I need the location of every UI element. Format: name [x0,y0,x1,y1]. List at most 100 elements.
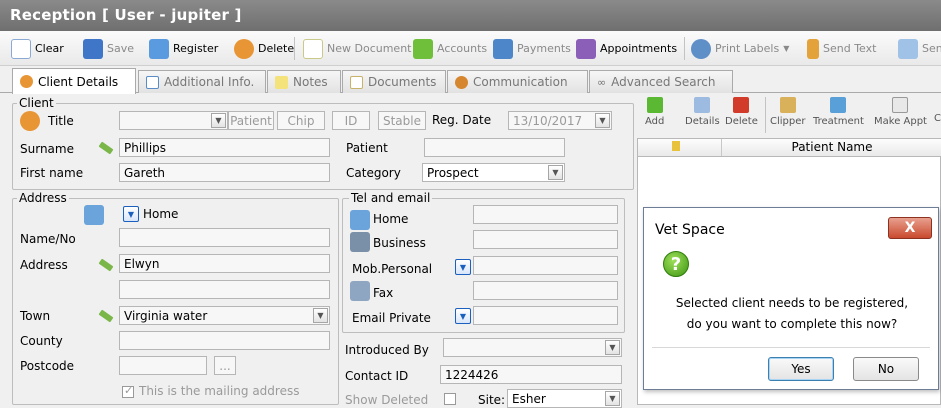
surname-field[interactable]: Phillips [119,138,330,157]
chevron-down-icon[interactable]: ▼ [605,391,620,406]
chevron-down-icon[interactable]: ▼ [313,308,328,323]
save-button[interactable]: Save [80,35,137,62]
tab-notes[interactable]: Notes [267,70,341,93]
clear-label: Clear [35,42,64,55]
patient-grid-header: Patient Name [638,139,941,157]
tab-label: Communication [473,75,568,89]
category-value: Prospect [427,166,479,180]
house-icon [350,210,370,230]
client-person-icon [20,111,40,131]
county-label: County [20,334,63,348]
address-type-dropdown[interactable]: ▼ [123,206,139,222]
toolbar-separator [294,37,295,60]
tab-label: Notes [293,75,328,89]
add-patient-button[interactable]: Add [645,97,664,127]
mobile-type-dropdown[interactable]: ▼ [455,259,471,275]
postcode-label: Postcode [20,359,75,373]
accounts-icon [413,38,433,59]
mailing-address-label: This is the mailing address [139,384,300,398]
site-select[interactable]: Esher ▼ [507,389,622,408]
patient-details-button[interactable]: Details [685,97,720,127]
details-edit-icon [694,97,711,113]
home-phone-label: Home [373,212,409,226]
client-group-label: Client [17,96,56,110]
tab-additional-info[interactable]: Additional Info. [138,70,266,93]
panel-separator [765,97,766,133]
accounts-button[interactable]: Accounts [410,35,490,62]
firstname-field[interactable]: Gareth [119,163,330,182]
title-select[interactable]: ▼ [119,111,228,130]
chevron-down-icon[interactable]: ▼ [595,113,610,128]
county-field[interactable] [119,331,330,350]
send-text-button[interactable]: Send Text [804,35,879,62]
clear-button[interactable]: Clear [8,35,67,62]
show-deleted-checkbox[interactable] [444,393,456,405]
make-appt-button[interactable]: Make Appt [874,97,927,127]
dialog-message-line-1: Selected client needs to be registered, [675,296,909,310]
home-phone-field[interactable] [473,205,618,224]
tab-communication[interactable]: Communication [447,70,588,93]
business-phone-field[interactable] [473,230,618,249]
business-phone-label: Business [373,236,426,250]
firstname-label: First name [20,166,84,180]
send-button[interactable]: Send [895,35,941,62]
introduced-by-select[interactable]: ▼ [443,338,622,357]
client-icon [20,75,33,88]
id-chip[interactable]: ID [332,111,370,130]
delete-button[interactable]: Delete [231,35,297,62]
print-labels-icon [691,38,711,59]
delete-label: Delete [258,42,295,55]
payments-button[interactable]: Payments [490,35,574,62]
treatment-button[interactable]: Treatment [813,97,864,127]
accounts-label: Accounts [437,42,488,55]
register-button[interactable]: Register [146,35,221,62]
introduced-by-label: Introduced By [345,343,429,357]
flag-column-header[interactable] [638,139,722,156]
mobile-phone-field[interactable] [473,256,618,275]
chip-chip[interactable]: Chip [277,111,325,130]
name-no-field[interactable] [119,228,330,247]
stable-chip[interactable]: Stable [378,111,426,130]
dialog-yes-button[interactable]: Yes [768,357,834,381]
surname-label: Surname [20,142,74,156]
patient-field[interactable] [424,138,565,157]
more-tools-button[interactable]: C [934,113,941,124]
address-line1-field[interactable]: Elwyn [119,254,330,273]
dialog-divider [652,347,930,348]
communication-icon [455,75,468,89]
email-type-dropdown[interactable]: ▼ [455,308,471,324]
tab-documents[interactable]: Documents [342,70,446,93]
mailing-address-checkbox[interactable] [122,384,134,398]
patient-chip[interactable]: Patient [228,111,274,130]
dialog-no-button[interactable]: No [853,357,919,381]
chevron-down-icon[interactable]: ▼ [605,340,620,355]
address-type-value: Home [143,207,179,221]
dialog-close-button[interactable]: X [888,217,932,239]
print-labels-button[interactable]: Print Labels ▼ [688,35,792,62]
town-select[interactable]: Virginia water ▼ [119,306,330,325]
postcode-field[interactable] [119,356,207,375]
category-label: Category [346,166,401,180]
tab-client-details[interactable]: Client Details [12,68,136,94]
patient-delete-button[interactable]: Delete [725,97,758,127]
email-field[interactable] [473,306,618,325]
appointments-button[interactable]: Appointments [573,35,680,62]
send-icon [898,38,918,59]
send-text-label: Send Text [823,42,877,55]
treatment-icon [830,97,847,113]
dialog-message-line-2: do you want to complete this now? [686,317,898,331]
chevron-down-icon[interactable]: ▼ [548,165,563,180]
reg-date-field[interactable]: 13/10/2017 ▼ [508,111,612,130]
payments-icon [493,38,513,59]
address-line2-field[interactable] [119,280,330,299]
chevron-down-icon[interactable]: ▼ [211,113,226,128]
fax-field[interactable] [473,281,618,300]
patient-name-column-header[interactable]: Patient Name [722,140,941,154]
category-select[interactable]: Prospect ▼ [422,163,565,182]
new-document-button[interactable]: New Document [300,35,414,62]
calendar-icon [576,38,596,59]
contact-id-field[interactable]: 1224426 [440,365,622,384]
tab-advanced-search[interactable]: ∞ Advanced Search [589,70,733,93]
clipper-button[interactable]: Clipper [770,97,806,127]
postcode-lookup-button[interactable]: ... [214,356,236,375]
